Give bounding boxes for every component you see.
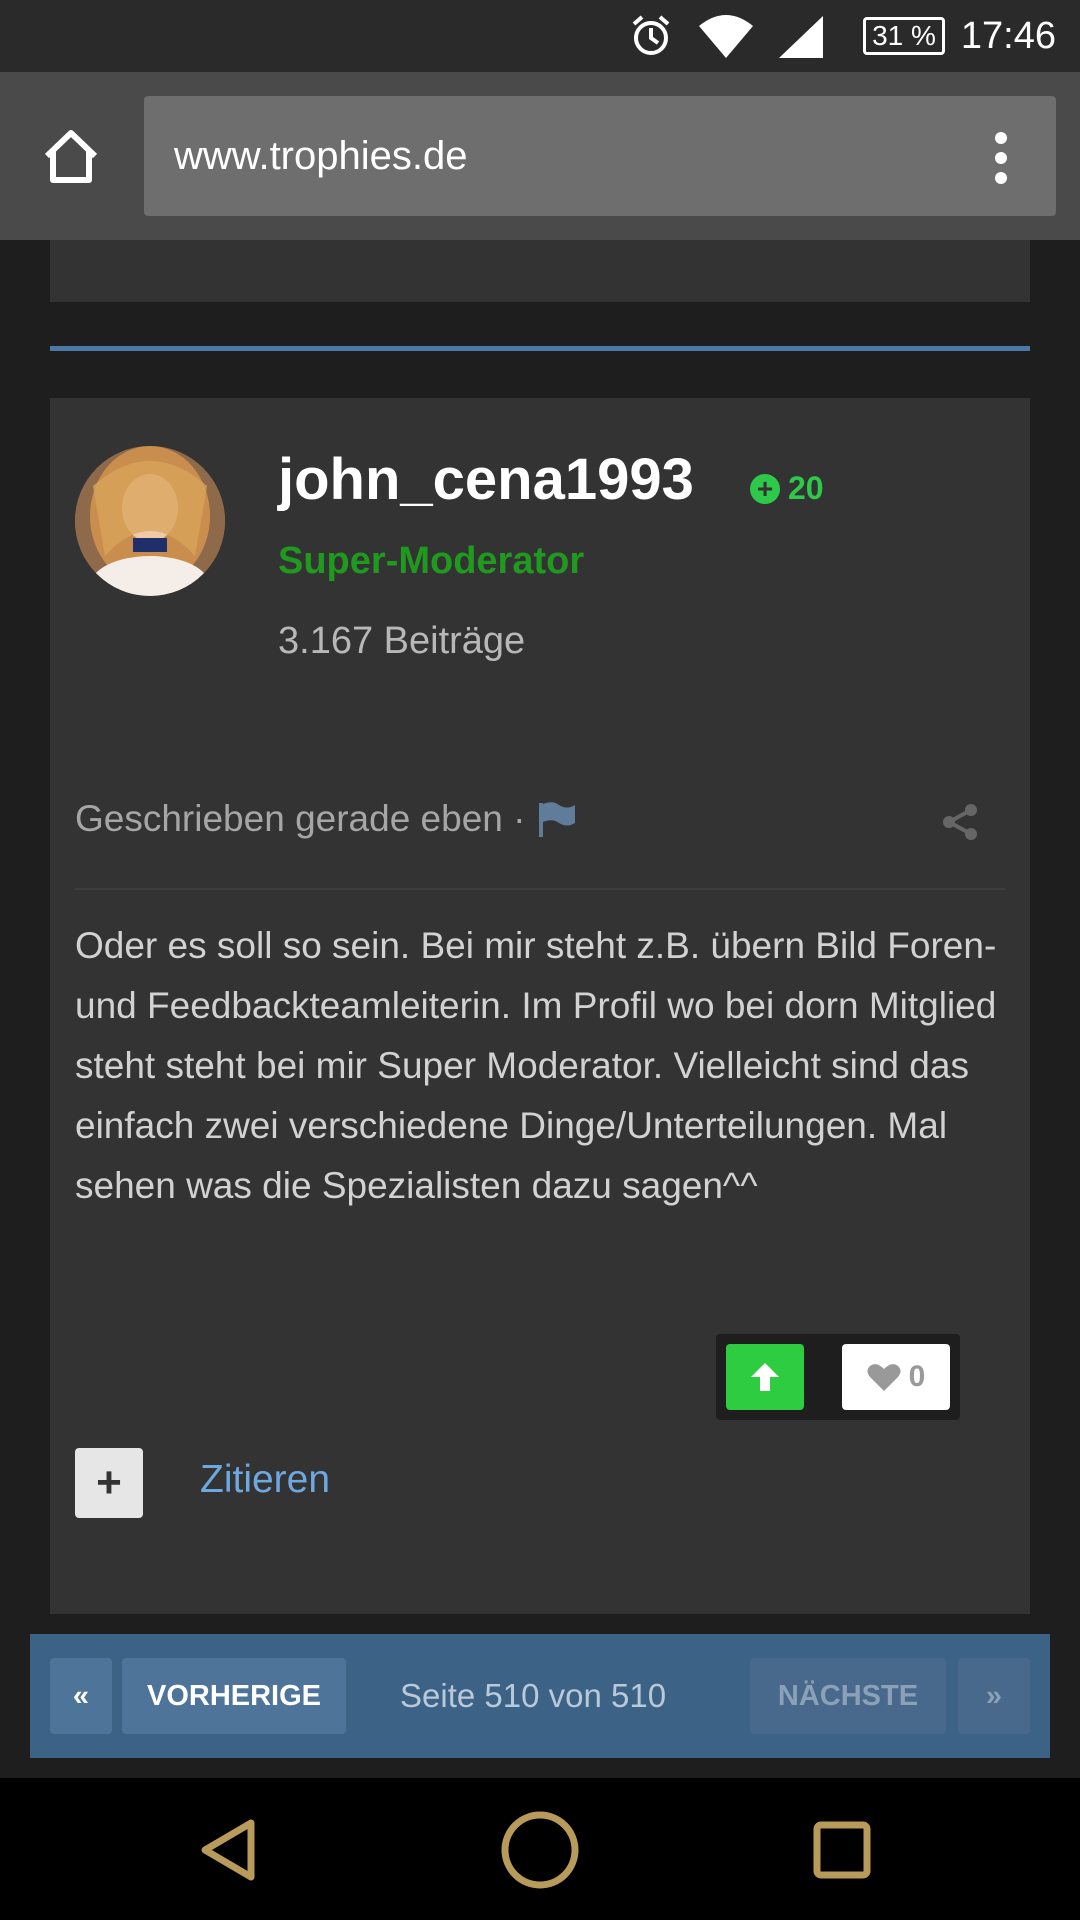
page-content: john_cena1993 + 20 Super-Moderator 3.167… xyxy=(0,240,1080,1778)
post-author-name[interactable]: john_cena1993 xyxy=(278,446,694,513)
home-circle-icon[interactable] xyxy=(498,1808,582,1892)
recent-apps-icon[interactable] xyxy=(800,1808,884,1892)
reputation-badge: + 20 xyxy=(750,470,824,507)
system-navigation-bar xyxy=(0,1778,1080,1920)
post-divider xyxy=(75,888,1005,890)
home-button[interactable] xyxy=(36,124,106,188)
battery-label: 31 % xyxy=(863,17,945,55)
reputation-value: 20 xyxy=(788,470,824,506)
post-timestamp: Geschrieben gerade eben · xyxy=(75,798,526,839)
back-icon[interactable] xyxy=(186,1808,270,1892)
avatar[interactable] xyxy=(75,446,225,596)
plus-circle-icon: + xyxy=(750,473,780,504)
url-text: www.trophies.de xyxy=(174,134,468,178)
arrow-up-icon xyxy=(751,1363,779,1391)
browser-toolbar: www.trophies.de xyxy=(0,72,1080,240)
pagination-bar: « VORHERIGE Seite 510 von 510 NÄCHSTE » xyxy=(30,1634,1050,1758)
vote-controls: 0 xyxy=(716,1334,960,1420)
post-meta: Geschrieben gerade eben · xyxy=(75,798,577,840)
last-page-button[interactable]: » xyxy=(958,1658,1030,1734)
user-role: Super-Moderator xyxy=(278,540,585,582)
home-icon xyxy=(44,130,98,183)
url-bar[interactable]: www.trophies.de xyxy=(144,96,1056,216)
previous-post-bottom xyxy=(50,240,1030,302)
heart-icon xyxy=(867,1364,901,1391)
forum-post: john_cena1993 + 20 Super-Moderator 3.167… xyxy=(50,398,1030,1614)
alarm-icon xyxy=(628,0,674,72)
status-bar: 31 % 17:46 xyxy=(0,0,1080,72)
previous-page-button[interactable]: VORHERIGE xyxy=(122,1658,346,1734)
upvote-button[interactable] xyxy=(726,1344,804,1410)
status-time: 17:46 xyxy=(960,14,1056,57)
share-icon[interactable] xyxy=(940,802,980,842)
quote-link[interactable]: Zitieren xyxy=(200,1458,330,1502)
post-body: Oder es soll so sein. Bei mir steht z.B.… xyxy=(75,925,997,1206)
page-indicator: Seite 510 von 510 xyxy=(400,1677,667,1714)
first-page-button[interactable]: « xyxy=(50,1658,112,1734)
section-divider xyxy=(50,346,1030,351)
battery-indicator: 31 % xyxy=(862,0,946,72)
wifi-icon xyxy=(696,0,756,72)
signal-icon xyxy=(776,0,826,72)
like-button[interactable]: 0 xyxy=(842,1344,950,1410)
next-page-button[interactable]: NÄCHSTE xyxy=(750,1658,946,1734)
overflow-menu-icon[interactable] xyxy=(986,126,1016,186)
post-count: 3.167 Beiträge xyxy=(278,620,526,662)
like-count: 0 xyxy=(908,1360,926,1393)
flag-icon[interactable] xyxy=(537,801,577,837)
multi-quote-button[interactable]: + xyxy=(75,1448,143,1518)
